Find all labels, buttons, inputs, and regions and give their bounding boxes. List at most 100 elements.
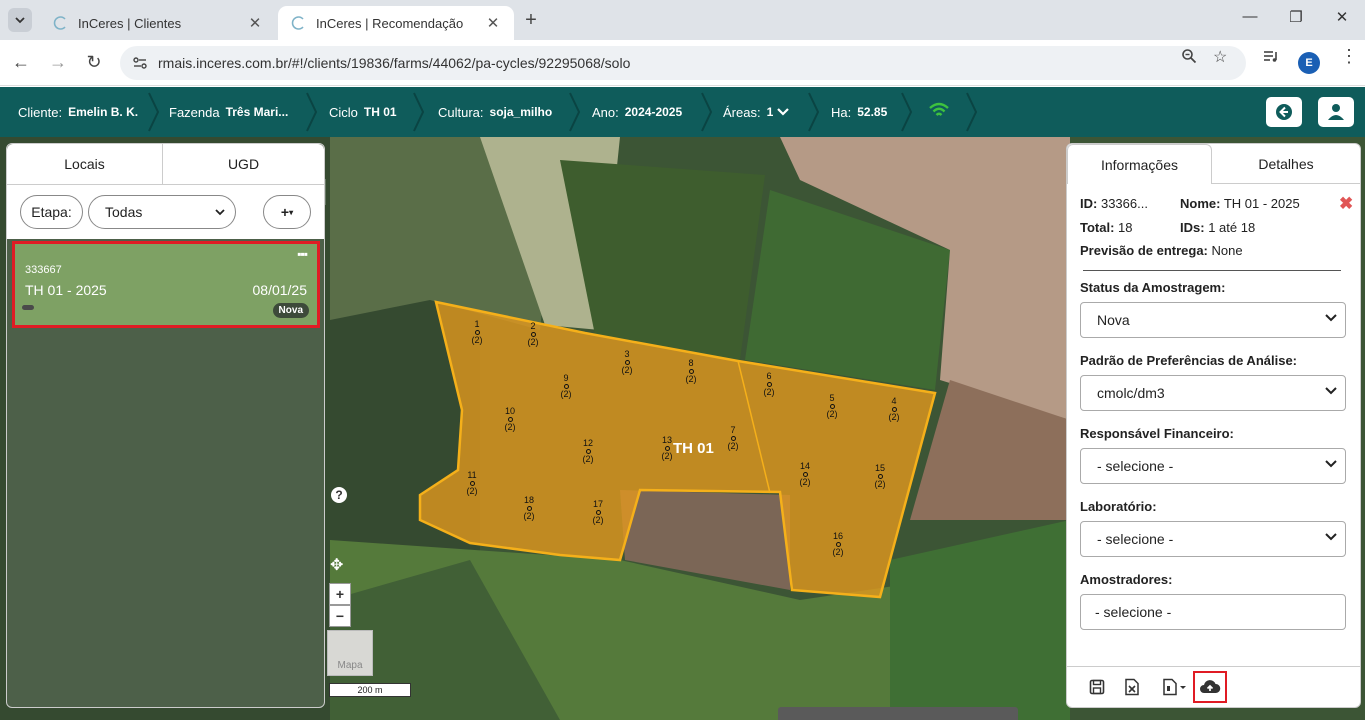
- tab-ugd[interactable]: UGD: [163, 144, 324, 184]
- bottom-drawer-handle[interactable]: [778, 707, 1018, 720]
- ids-value: 1 até 18: [1208, 220, 1256, 235]
- more-menu-icon[interactable]: ⋮: [1340, 46, 1358, 67]
- sample-point[interactable]: 6 (2): [757, 372, 781, 397]
- id-row: ID: 33366...: [1080, 196, 1148, 211]
- sample-point-number: 9: [563, 373, 569, 383]
- report-dropdown-icon[interactable]: [1160, 677, 1190, 697]
- sample-point[interactable]: 17 (2): [586, 500, 610, 525]
- etapa-select[interactable]: Todas: [88, 195, 236, 229]
- tab-search-button[interactable]: [8, 8, 32, 32]
- cloud-upload-icon[interactable]: [1193, 671, 1227, 703]
- browser-tab-clientes[interactable]: InCeres | Clientes ✕: [40, 6, 276, 40]
- etapa-label: Etapa:: [20, 195, 83, 229]
- ano-label: Ano:: [592, 104, 619, 120]
- user-button[interactable]: [1318, 97, 1354, 127]
- basemap-toggle[interactable]: Mapa: [327, 630, 373, 676]
- tab-detalhes[interactable]: Detalhes: [1212, 144, 1360, 184]
- zoom-in-button[interactable]: +: [329, 583, 351, 605]
- sample-point[interactable]: 16 (2): [826, 532, 850, 557]
- cliente-label: Cliente:: [18, 104, 63, 120]
- address-bar[interactable]: rmais.inceres.com.br/#!/clients/19836/fa…: [120, 46, 1246, 80]
- sample-point-number: 15: [874, 463, 885, 473]
- zoom-out-button[interactable]: −: [329, 605, 351, 627]
- tab-informacoes[interactable]: Informações: [1067, 144, 1212, 184]
- sample-point-number: 2: [530, 321, 536, 331]
- sample-point-number: 18: [523, 495, 534, 505]
- minimize-icon[interactable]: —: [1230, 8, 1270, 25]
- browser-tab-recomendacao[interactable]: InCeres | Recomendação ✕: [278, 6, 514, 40]
- breadcrumb-separator-icon: [413, 92, 425, 132]
- close-tab-icon[interactable]: ✕: [246, 14, 264, 32]
- sample-point[interactable]: 8 (2): [679, 359, 703, 384]
- sample-point[interactable]: 18 (2): [517, 496, 541, 521]
- sample-point[interactable]: 5 (2): [820, 394, 844, 419]
- sample-point[interactable]: 2 (2): [521, 322, 545, 347]
- back-icon[interactable]: ←: [10, 52, 32, 73]
- zoom-icon[interactable]: [1181, 48, 1197, 69]
- restore-icon[interactable]: ❐: [1276, 8, 1316, 26]
- right-panel-tabs: Informações Detalhes: [1067, 144, 1360, 184]
- forward-icon[interactable]: →: [47, 52, 69, 73]
- breadcrumb-ano[interactable]: Ano: 2024-2025: [592, 87, 682, 137]
- inceres-favicon-icon: [291, 16, 304, 30]
- close-window-icon[interactable]: ✕: [1322, 8, 1362, 26]
- sample-point[interactable]: 13 (2): [655, 436, 679, 461]
- bookmark-star-icon[interactable]: ☆: [1213, 47, 1227, 67]
- cliente-value: Emelin B. K.: [68, 105, 139, 119]
- sample-point[interactable]: 7 (2): [721, 426, 745, 451]
- left-panel: Locais UGD Etapa: Todas + ▾ ▪▪▪ 333667 TH…: [6, 143, 325, 708]
- pan-move-icon[interactable]: ✥: [330, 555, 343, 575]
- breadcrumb-separator-icon: [701, 92, 713, 132]
- filter-bar: Etapa: Todas + ▾: [7, 184, 324, 239]
- sample-point[interactable]: 10 (2): [498, 407, 522, 432]
- more-options-icon[interactable]: ▪▪▪: [297, 247, 308, 261]
- sample-point[interactable]: 12 (2): [576, 439, 600, 464]
- profile-avatar[interactable]: E: [1298, 52, 1320, 74]
- sample-point[interactable]: 3 (2): [615, 350, 639, 375]
- sample-point-count: (2): [466, 486, 478, 496]
- media-control-icon[interactable]: [1262, 48, 1280, 69]
- breadcrumb-separator-icon: [148, 92, 160, 132]
- sample-point-count: (2): [727, 441, 739, 451]
- sample-point-number: 6: [766, 371, 772, 381]
- responsavel-select[interactable]: - selecione -: [1080, 448, 1346, 484]
- sample-point-count: (2): [832, 547, 844, 557]
- sample-point[interactable]: 4 (2): [882, 397, 906, 422]
- save-icon[interactable]: [1087, 677, 1107, 697]
- sample-point-number: 8: [688, 358, 694, 368]
- breadcrumb-separator-icon: [569, 92, 581, 132]
- reload-icon[interactable]: ↻: [83, 52, 105, 73]
- delete-icon[interactable]: ✖: [1339, 194, 1353, 214]
- breadcrumb-cliente[interactable]: Cliente: Emelin B. K.: [18, 87, 138, 137]
- tab-locais[interactable]: Locais: [7, 144, 163, 184]
- laboratorio-select[interactable]: - selecione -: [1080, 521, 1346, 557]
- new-tab-button[interactable]: +: [520, 9, 542, 32]
- areas-value: 1: [766, 105, 774, 119]
- add-button[interactable]: + ▾: [263, 195, 311, 229]
- breadcrumb-cultura[interactable]: Cultura: soja_milho: [438, 87, 552, 137]
- breadcrumb-areas[interactable]: Áreas: 1: [723, 87, 790, 137]
- sample-point[interactable]: 15 (2): [868, 464, 892, 489]
- browser-toolbar: ← → ↻ rmais.inceres.com.br/#!/clients/19…: [0, 40, 1365, 86]
- browser-tab-strip: InCeres | Clientes ✕ InCeres | Recomenda…: [0, 0, 1365, 40]
- site-settings-icon[interactable]: [132, 55, 148, 71]
- sample-point[interactable]: 1 (2): [465, 320, 489, 345]
- sample-point-count: (2): [592, 515, 604, 525]
- sample-card[interactable]: ▪▪▪ 333667 TH 01 - 2025 08/01/25 Nova: [12, 241, 320, 328]
- close-tab-icon[interactable]: ✕: [484, 14, 502, 32]
- total-row: Total: 18: [1080, 220, 1133, 235]
- excel-export-icon[interactable]: [1122, 677, 1142, 697]
- sample-point-count: (2): [527, 337, 539, 347]
- etapa-select-value: Todas: [105, 204, 143, 220]
- back-button[interactable]: [1266, 97, 1302, 127]
- responsavel-label: Responsável Financeiro:: [1080, 426, 1234, 441]
- sample-point[interactable]: 14 (2): [793, 462, 817, 487]
- status-select[interactable]: Nova: [1080, 302, 1346, 338]
- amostradores-input[interactable]: - selecione -: [1080, 594, 1346, 630]
- breadcrumb-fazenda[interactable]: Fazenda Três Mari...: [169, 87, 288, 137]
- padrao-select[interactable]: cmolc/dm3: [1080, 375, 1346, 411]
- sample-point[interactable]: 9 (2): [554, 374, 578, 399]
- help-icon[interactable]: ?: [331, 487, 347, 503]
- breadcrumb-ciclo[interactable]: Ciclo TH 01: [329, 87, 397, 137]
- sample-point[interactable]: 11 (2): [460, 471, 484, 496]
